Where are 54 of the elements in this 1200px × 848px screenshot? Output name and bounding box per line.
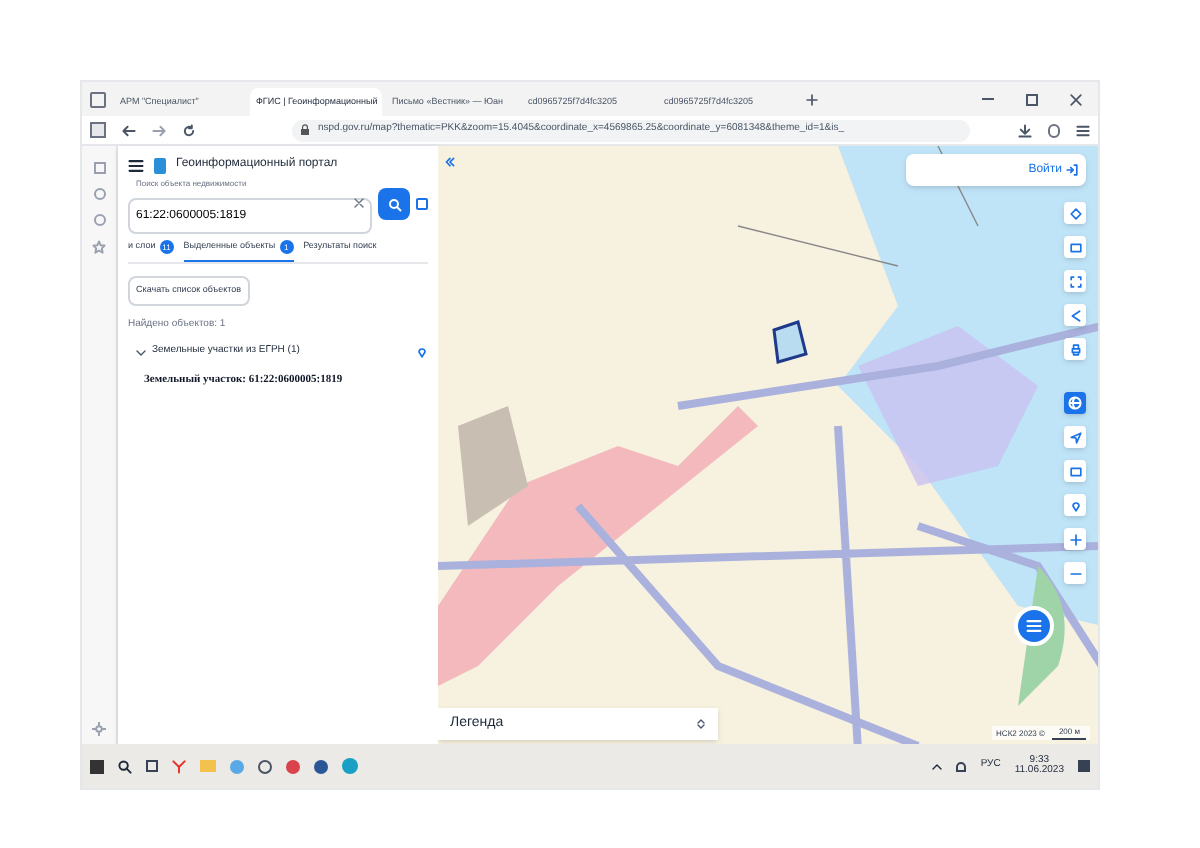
control-icon [1026, 618, 1042, 634]
search-icon[interactable] [118, 759, 132, 773]
sidebar-toggle-icon[interactable] [90, 122, 106, 138]
clear-icon[interactable] [354, 198, 364, 208]
control-icon [1069, 499, 1081, 511]
menu-icon[interactable] [128, 157, 144, 173]
sidebar-icon[interactable] [93, 188, 105, 200]
forward-icon[interactable] [152, 123, 166, 137]
control-icon [1068, 396, 1082, 410]
navigation-button[interactable] [1064, 426, 1086, 448]
tab-actions-icon[interactable] [90, 91, 106, 107]
download-icon[interactable] [1018, 123, 1032, 137]
pin-button[interactable] [1064, 494, 1086, 516]
logo-icon [154, 157, 166, 173]
collapse-panel-icon[interactable] [444, 156, 456, 168]
zoom-out-button[interactable] [1064, 562, 1086, 584]
login-icon [1066, 164, 1078, 176]
lock-icon [300, 124, 310, 136]
basemap-button[interactable] [1064, 392, 1086, 414]
control-icon [1069, 309, 1081, 321]
control-icon [1069, 275, 1081, 287]
control-icon [1069, 533, 1081, 545]
control-icon [1069, 207, 1081, 219]
print-button[interactable] [1064, 338, 1086, 360]
search-icon [387, 197, 401, 211]
star-icon[interactable] [92, 240, 106, 254]
expand-icon[interactable] [696, 718, 706, 730]
reload-icon[interactable] [182, 123, 196, 137]
windows-icon[interactable] [90, 759, 104, 773]
close-icon[interactable] [1070, 93, 1082, 105]
caret-icon[interactable] [136, 347, 146, 357]
map-button[interactable] [1064, 460, 1086, 482]
share-button[interactable] [1064, 304, 1086, 326]
location-icon[interactable] [416, 346, 428, 358]
new-tab-icon[interactable] [806, 93, 818, 105]
maximize-icon[interactable] [1026, 93, 1038, 105]
task-view-icon[interactable] [146, 760, 158, 772]
control-icon [1069, 241, 1081, 253]
back-icon[interactable] [122, 123, 136, 137]
zoom-in-button[interactable] [1064, 528, 1086, 550]
ruler-button[interactable] [1064, 236, 1086, 258]
filter-icon[interactable] [416, 198, 428, 210]
history-icon[interactable] [93, 214, 105, 226]
control-icon [1069, 431, 1081, 443]
layers-button[interactable] [1064, 202, 1086, 224]
selection-button[interactable] [1064, 270, 1086, 292]
search-button[interactable] [378, 188, 410, 220]
menu-icon[interactable] [1076, 123, 1090, 137]
sidebar-icon[interactable] [93, 162, 105, 174]
control-icon [1069, 465, 1081, 477]
control-icon [1069, 567, 1081, 579]
tray-icon[interactable] [932, 761, 943, 771]
control-icon [1069, 343, 1081, 355]
browser-icon[interactable] [172, 759, 186, 773]
